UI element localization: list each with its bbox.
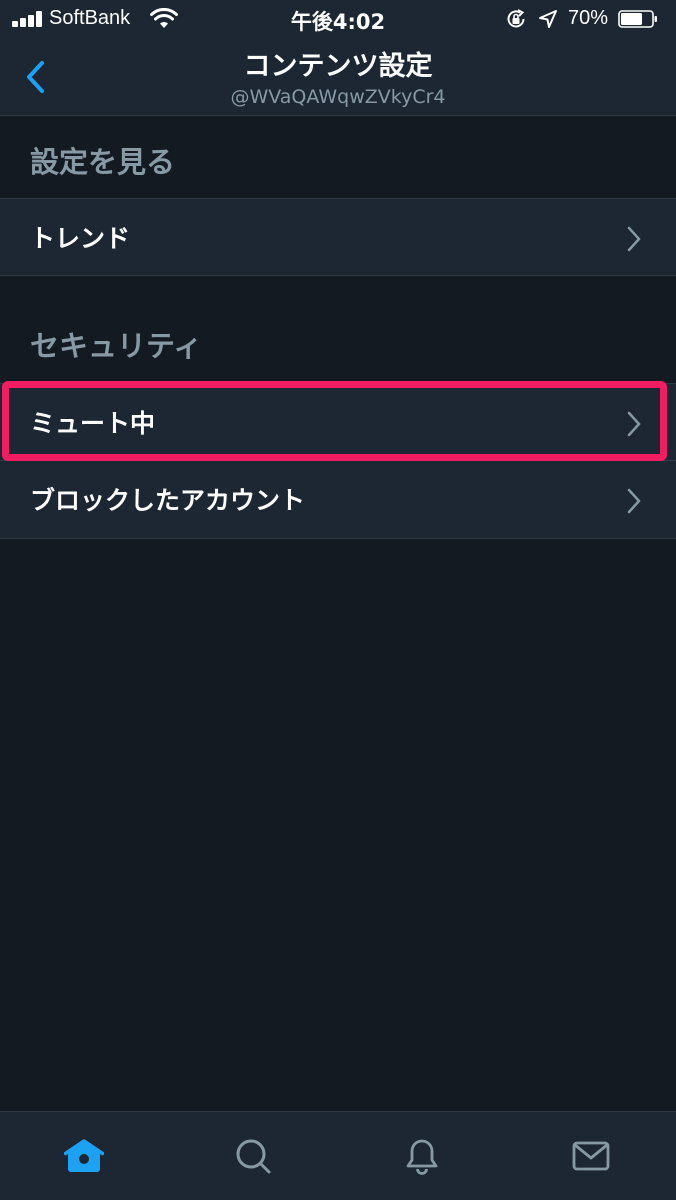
bell-icon [406, 1139, 438, 1175]
envelope-icon [572, 1141, 610, 1171]
battery-percent: 70% [568, 7, 609, 29]
chevron-right-icon [627, 411, 641, 437]
row-label: ミュート中 [30, 409, 156, 438]
section-header-view-settings: 設定を見る [0, 117, 676, 198]
row-label: トレンド [30, 224, 131, 253]
row-label: ブロックしたアカウント [30, 486, 306, 515]
battery-icon [618, 10, 657, 28]
tab-notifications[interactable] [338, 1112, 507, 1200]
section-title: セキュリティ [30, 329, 203, 363]
navigation-bar: コンテンツ設定 @WVaQAWqwZVkyCr4 [0, 38, 676, 116]
search-icon [236, 1139, 271, 1174]
tab-messages[interactable] [507, 1112, 676, 1200]
rotation-lock-icon [507, 9, 525, 28]
account-handle: @WVaQAWqwZVkyCr4 [230, 86, 446, 108]
settings-row-blocked-accounts[interactable]: ブロックしたアカウント [0, 461, 676, 539]
chevron-right-icon [627, 488, 641, 514]
chevron-right-icon [627, 226, 641, 252]
status-bar: SoftBank 午後4:02 70% [0, 0, 676, 38]
settings-row-muted[interactable]: ミュート中 [0, 383, 676, 461]
page-title: コンテンツ設定 [243, 51, 433, 82]
tab-search[interactable] [169, 1112, 338, 1200]
home-icon [64, 1139, 104, 1172]
tab-home[interactable] [0, 1112, 169, 1200]
section-title: 設定を見る [30, 145, 176, 179]
tab-bar [0, 1111, 676, 1200]
section-header-security: セキュリティ [0, 277, 676, 383]
content-settings-screen: SoftBank 午後4:02 70% コンテンツ設定 @WVaQAWqwZVk [0, 0, 676, 1200]
settings-row-trends[interactable]: トレンド [0, 198, 676, 276]
location-arrow-icon [539, 10, 557, 28]
